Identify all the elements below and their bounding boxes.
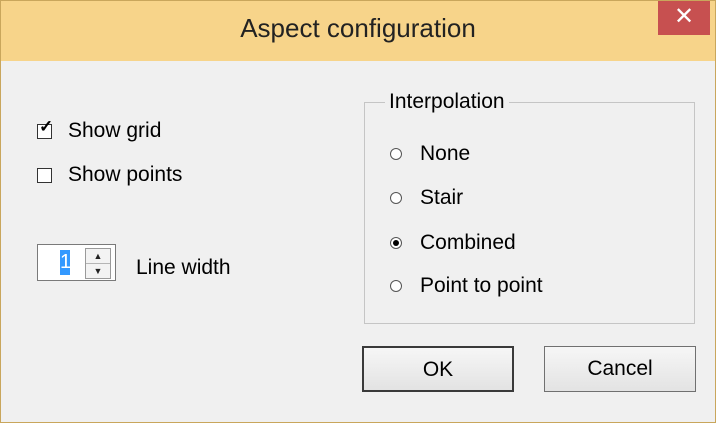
- arrow-down-icon: ▼: [93, 266, 103, 276]
- aspect-configuration-dialog: Aspect configuration ✕ ✓ Show grid Show …: [0, 0, 716, 423]
- radio-stair[interactable]: Stair: [390, 186, 463, 210]
- line-width-spin-buttons: ▲ ▼: [85, 248, 111, 279]
- line-width-stepper[interactable]: 1 ▲ ▼: [37, 244, 116, 281]
- radio-point-to-point-label: Point to point: [420, 274, 543, 297]
- checkmark-icon: ✓: [39, 116, 54, 136]
- ok-button[interactable]: OK: [362, 346, 514, 392]
- radio-combined[interactable]: Combined: [390, 231, 516, 255]
- radio-none-label: None: [420, 142, 471, 165]
- line-width-label: Line width: [136, 256, 231, 279]
- show-points-label: Show points: [68, 163, 183, 186]
- radio-stair-label: Stair: [420, 186, 464, 209]
- arrow-up-icon: ▲: [93, 251, 103, 261]
- title-bar[interactable]: Aspect configuration ✕: [1, 1, 715, 61]
- radio-stair-button[interactable]: [390, 192, 402, 204]
- show-points-checkbox-box[interactable]: [37, 167, 52, 183]
- radio-none[interactable]: None: [390, 142, 470, 166]
- radio-none-button[interactable]: [390, 148, 402, 160]
- spin-up-button[interactable]: ▲: [86, 249, 110, 264]
- show-grid-label: Show grid: [68, 119, 162, 142]
- show-grid-checkbox-box[interactable]: ✓: [37, 118, 53, 139]
- cancel-button[interactable]: Cancel: [544, 346, 696, 392]
- show-points-checkbox[interactable]: Show points: [37, 163, 182, 187]
- spin-down-button[interactable]: ▼: [86, 264, 110, 278]
- radio-combined-button[interactable]: [390, 237, 402, 249]
- show-grid-checkbox[interactable]: ✓ Show grid: [37, 118, 162, 143]
- radio-point-to-point-button[interactable]: [390, 280, 402, 292]
- radio-combined-label: Combined: [420, 231, 516, 254]
- line-width-value[interactable]: 1: [60, 250, 71, 275]
- dialog-title: Aspect configuration: [240, 13, 476, 43]
- radio-point-to-point[interactable]: Point to point: [390, 274, 543, 298]
- interpolation-group-label: Interpolation: [385, 90, 509, 114]
- close-button[interactable]: ✕: [658, 1, 710, 35]
- close-icon: ✕: [673, 3, 695, 30]
- dialog-body: ✓ Show grid Show points 1 ▲ ▼ Line width…: [10, 62, 705, 416]
